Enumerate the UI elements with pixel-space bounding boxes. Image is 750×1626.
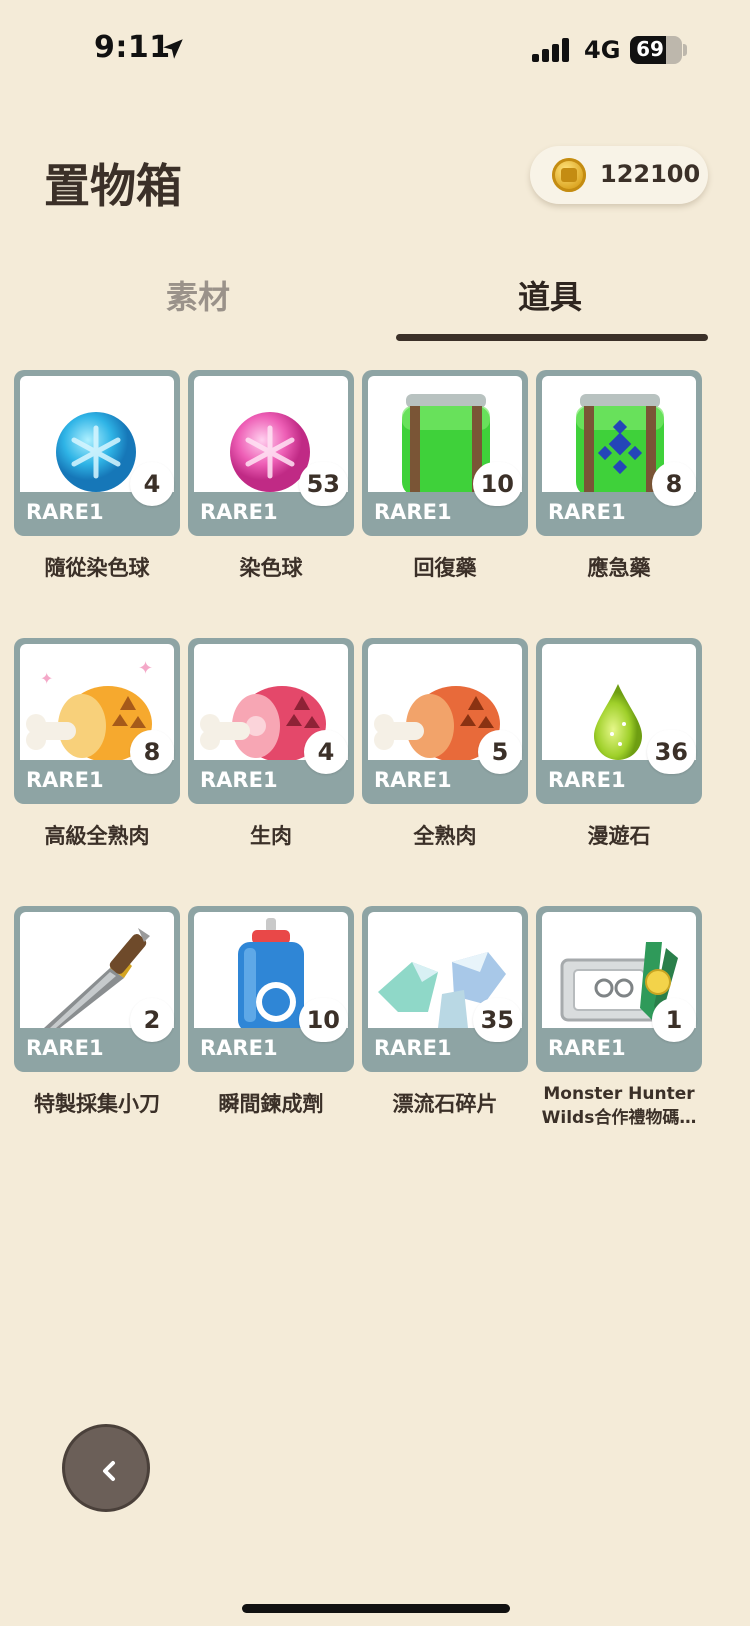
tab-materials[interactable]: 素材 [48,272,348,318]
item-card[interactable]: RARE1 8 [536,370,702,536]
item-quantity: 4 [304,730,348,774]
battery-icon: 69 [630,36,682,64]
coin-balance: 122100 [530,146,708,204]
rarity-label: RARE1 [374,500,452,524]
rarity-label: RARE1 [200,500,278,524]
item-card[interactable]: RARE1 10 [188,906,354,1072]
rarity-label: RARE1 [548,1036,626,1060]
item-quantity: 4 [130,462,174,506]
back-button[interactable] [62,1424,150,1512]
home-indicator[interactable] [242,1604,510,1613]
item-name: 回復藥 [413,556,477,580]
rarity-label: RARE1 [548,500,626,524]
rarity-label: RARE1 [26,768,104,792]
battery-percent: 69 [636,37,664,61]
item-quantity: 2 [130,998,174,1042]
battery-nub [683,44,687,56]
item-card[interactable]: RARE1 53 [188,370,354,536]
item-quantity: 8 [130,730,174,774]
item-name: 全熟肉 [413,824,477,848]
location-arrow-icon [163,39,183,59]
item-quantity: 5 [478,730,522,774]
item-quantity: 8 [652,462,696,506]
status-bar: 9:11 4G 69 [0,0,750,100]
item-name: 高級全熟肉 [44,824,150,848]
item-card[interactable]: RARE1 5 [362,638,528,804]
item-quantity: 10 [472,462,522,506]
active-tab-indicator [396,334,708,341]
item-quantity: 35 [472,998,522,1042]
rarity-label: RARE1 [548,768,626,792]
item-name: 隨從染色球 [44,556,150,580]
item-name: 漫遊石 [587,824,651,848]
network-type: 4G [584,36,621,64]
item-card[interactable]: RARE1 4 [188,638,354,804]
item-name: Monster Hunter Wilds合作禮物碼… [541,1084,697,1128]
rarity-label: RARE1 [374,768,452,792]
item-card[interactable]: RARE1 1 [536,906,702,1072]
chevron-left-icon [103,1461,115,1481]
coin-count: 122100 [600,160,701,188]
rarity-label: RARE1 [26,500,104,524]
item-card[interactable]: RARE1 35 [362,906,528,1072]
rarity-label: RARE1 [200,768,278,792]
item-name: 染色球 [239,556,303,580]
item-name: 應急藥 [587,556,651,580]
rarity-label: RARE1 [374,1036,452,1060]
cellular-signal-icon [532,38,572,62]
rarity-label: RARE1 [26,1036,104,1060]
item-name: 瞬間鍊成劑 [218,1092,324,1116]
item-name: 特製採集小刀 [34,1092,160,1116]
rarity-label: RARE1 [200,1036,278,1060]
page-title: 置物箱 [44,159,182,213]
item-card[interactable]: RARE1 10 [362,370,528,536]
item-card[interactable]: RARE1 36 [536,638,702,804]
item-card[interactable]: RARE1 2 [14,906,180,1072]
svg-text:✦: ✦ [138,658,153,679]
coin-icon [552,158,586,192]
item-quantity: 53 [298,462,348,506]
svg-text:✦: ✦ [40,669,53,688]
item-quantity: 10 [298,998,348,1042]
item-quantity: 36 [646,730,696,774]
tab-items[interactable]: 道具 [400,272,700,318]
item-name: 漂流石碎片 [392,1092,498,1116]
item-name: 生肉 [250,824,292,848]
item-card[interactable]: RARE1 4 [14,370,180,536]
item-quantity: 1 [652,998,696,1042]
item-card[interactable]: ✦ ✦ RARE1 8 [14,638,180,804]
